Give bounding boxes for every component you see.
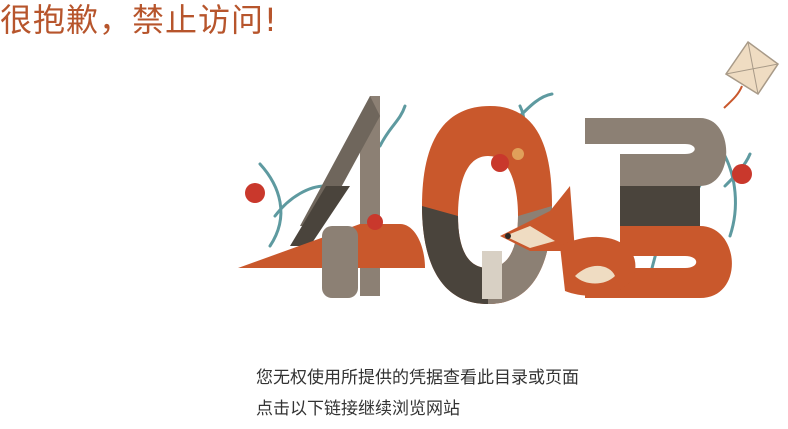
- error-headline: 很抱歉，禁止访问!: [0, 1, 278, 39]
- continue-browsing-message: 点击以下链接继续浏览网站: [256, 399, 460, 419]
- access-denied-message: 您无权使用所提供的凭据查看此目录或页面: [256, 368, 579, 388]
- four-numeral: [238, 96, 425, 298]
- kite-icon: [723, 40, 780, 109]
- zero-numeral: [422, 106, 552, 304]
- error-403-illustration: [238, 40, 780, 304]
- forbidden-page: 很抱歉，禁止访问! 您无权使用所提供的凭据查看此目录或页面 点击以下链接继续浏览…: [0, 0, 788, 429]
